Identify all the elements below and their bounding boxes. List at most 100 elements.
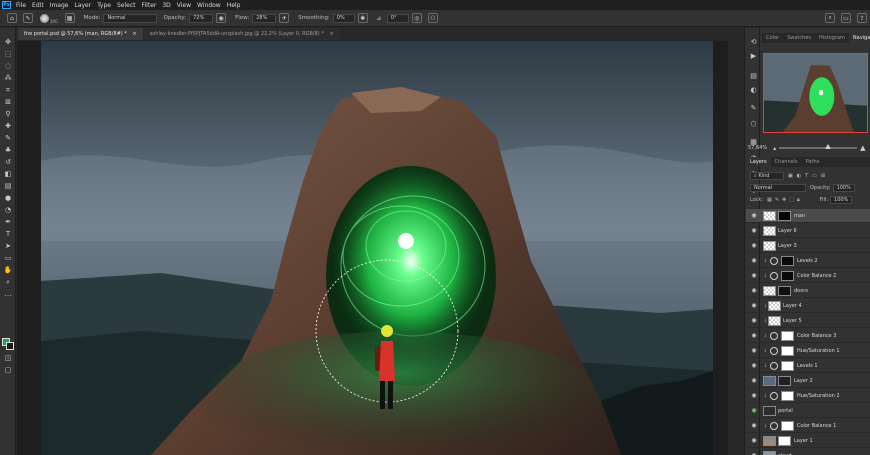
- tab-navigator[interactable]: Navigator: [848, 33, 870, 43]
- layer-row-layer-2[interactable]: ◉ Layer 2: [746, 374, 870, 388]
- layer-row-layer-4[interactable]: ◉ ↓ Layer 4: [746, 299, 870, 313]
- visibility-eye-icon[interactable]: ◉: [750, 302, 758, 309]
- history-brush-tool-icon[interactable]: ↺: [3, 158, 13, 167]
- home-icon[interactable]: ⌂: [7, 13, 17, 23]
- pressure-size-icon[interactable]: ◎: [411, 13, 422, 23]
- layer-row-levels-2[interactable]: ◉ ↓ Levels 2: [746, 254, 870, 268]
- navigator-preview[interactable]: [763, 53, 868, 133]
- menu-view[interactable]: View: [177, 2, 191, 9]
- layer-row-color-balance-3[interactable]: ◉ ↓ Color Balance 3: [746, 329, 870, 343]
- doc-tab-portal[interactable]: the portal.psd @ 57,6% (man, RGB/8#) * ×: [18, 28, 143, 40]
- zoom-slider-knob[interactable]: [825, 144, 832, 149]
- history-icon[interactable]: ⟲: [749, 38, 758, 46]
- layer-row-layer-1[interactable]: ◉ Layer 1: [746, 434, 870, 448]
- menu-3d[interactable]: 3D: [162, 2, 170, 9]
- layer-row-layer-5[interactable]: ◉ ↓ Layer 5: [746, 314, 870, 328]
- visibility-eye-icon[interactable]: ◉: [750, 407, 758, 414]
- layer-row-hue-saturation-2[interactable]: ◉ ↓ Hue/Saturation 2: [746, 389, 870, 403]
- zoom-out-icon[interactable]: ▴: [773, 145, 776, 152]
- visibility-eye-icon[interactable]: ◉: [750, 422, 758, 429]
- opacity-field[interactable]: 72%: [189, 13, 214, 23]
- tab-swatches[interactable]: Swatches: [783, 33, 815, 43]
- menu-select[interactable]: Select: [117, 2, 136, 9]
- lock-position-icon[interactable]: ✥: [782, 197, 786, 203]
- quick-mask-icon[interactable]: ◫: [3, 354, 13, 363]
- close-icon[interactable]: ×: [329, 31, 333, 37]
- visibility-eye-icon[interactable]: ◉: [750, 287, 758, 294]
- menu-file[interactable]: File: [16, 2, 26, 9]
- brush-settings-icon[interactable]: ▦: [64, 13, 75, 23]
- layer-opacity-field[interactable]: 100%: [832, 183, 855, 192]
- lock-artboard-icon[interactable]: ⬚: [789, 197, 794, 203]
- visibility-eye-icon[interactable]: ◉: [750, 437, 758, 444]
- layer-row-cloud[interactable]: ◉ cloud: [746, 449, 870, 455]
- magic-wand-tool-icon[interactable]: ⁂: [3, 74, 13, 83]
- share-icon[interactable]: ⇪: [857, 13, 867, 23]
- layer-mask-thumbnail[interactable]: [781, 360, 794, 371]
- visibility-eye-icon[interactable]: ◉: [750, 347, 758, 354]
- blend-mode-dropdown[interactable]: Normal: [750, 183, 806, 192]
- zoom-tool-icon[interactable]: ⌕: [3, 278, 13, 287]
- adjustments-icon[interactable]: ◐: [749, 86, 758, 94]
- symmetry-icon[interactable]: ⚇: [427, 13, 438, 23]
- menu-help[interactable]: Help: [227, 2, 241, 9]
- smoothing-settings-icon[interactable]: ✱: [357, 13, 368, 23]
- zoom-value[interactable]: 57,64%: [748, 145, 767, 151]
- menu-layer[interactable]: Layer: [74, 2, 91, 9]
- blur-tool-icon[interactable]: ●: [3, 194, 13, 203]
- actions-play-icon[interactable]: ▶: [749, 52, 758, 60]
- eraser-tool-icon[interactable]: ◧: [3, 170, 13, 179]
- layer-row-color-balance-2[interactable]: ◉ ↓ Color Balance 2: [746, 269, 870, 283]
- doc-tab-unsplash[interactable]: ashley-knedler-PfSPjTA5ddA-unsplash.jpg …: [143, 28, 340, 40]
- filter-kind-dropdown[interactable]: ⌕ Kind: [750, 171, 784, 180]
- close-icon[interactable]: ×: [132, 31, 136, 37]
- tab-color[interactable]: Color: [762, 33, 783, 43]
- pressure-opacity-icon[interactable]: ◉: [216, 13, 227, 23]
- layer-mask-thumbnail[interactable]: [781, 420, 794, 431]
- rectangle-tool-icon[interactable]: ▭: [3, 254, 13, 263]
- angle-field[interactable]: 0°: [386, 13, 409, 23]
- visibility-eye-icon[interactable]: ◉: [750, 212, 758, 219]
- mode-dropdown[interactable]: Normal: [103, 13, 158, 23]
- smoothing-field[interactable]: 0%: [332, 13, 355, 23]
- screen-mode-icon[interactable]: ▢: [3, 366, 13, 375]
- move-tool-icon[interactable]: ✥: [3, 38, 13, 47]
- menu-image[interactable]: Image: [50, 2, 69, 9]
- lock-all-icon[interactable]: 🔒︎: [797, 197, 800, 203]
- clone-stamp-tool-icon[interactable]: ♣: [3, 146, 13, 155]
- pen-tool-icon[interactable]: ✒: [3, 218, 13, 227]
- lasso-tool-icon[interactable]: ◌: [3, 62, 13, 71]
- layer-mask-thumbnail[interactable]: [778, 285, 791, 296]
- flow-field[interactable]: 28%: [252, 13, 277, 23]
- eyedropper-tool-icon[interactable]: ⚲: [3, 110, 13, 119]
- crop-tool-icon[interactable]: ⌗: [3, 86, 13, 95]
- search-icon[interactable]: ⌕: [825, 13, 835, 23]
- layer-mask-thumbnail[interactable]: [781, 390, 794, 401]
- tab-channels[interactable]: Channels: [771, 157, 802, 167]
- tab-layers[interactable]: Layers: [746, 157, 771, 167]
- hand-tool-icon[interactable]: ✋: [3, 266, 13, 275]
- filter-shape-icon[interactable]: ▭: [812, 173, 817, 179]
- layer-row-color-balance-1[interactable]: ◉ ↓ Color Balance 1: [746, 419, 870, 433]
- filter-smart-object-icon[interactable]: ⊞: [821, 173, 825, 179]
- path-selection-tool-icon[interactable]: ➤: [3, 242, 13, 251]
- layer-row-layer-3[interactable]: ◉ Layer 3: [746, 239, 870, 253]
- visibility-eye-icon[interactable]: ◉: [750, 332, 758, 339]
- visibility-eye-icon[interactable]: ◉: [750, 257, 758, 264]
- layer-mask-thumbnail[interactable]: [781, 255, 794, 266]
- layer-mask-thumbnail[interactable]: [778, 210, 791, 221]
- layer-row-portal[interactable]: ◉ portal: [746, 404, 870, 418]
- menu-filter[interactable]: Filter: [142, 2, 157, 9]
- frame-tool-icon[interactable]: ⊠: [3, 98, 13, 107]
- visibility-eye-icon[interactable]: ◉: [750, 242, 758, 249]
- visibility-eye-icon[interactable]: ◉: [750, 377, 758, 384]
- zoom-in-icon[interactable]: ▲: [860, 144, 865, 152]
- document-canvas[interactable]: [41, 41, 713, 455]
- visibility-eye-icon[interactable]: ◉: [750, 362, 758, 369]
- tab-histogram[interactable]: Histogram: [815, 33, 849, 43]
- layer-row-levels-1[interactable]: ◉ ↓ Levels 1: [746, 359, 870, 373]
- tab-paths[interactable]: Paths: [802, 157, 824, 167]
- brush-tool-icon[interactable]: ✎: [3, 134, 13, 143]
- more-tools-icon[interactable]: …: [3, 290, 13, 299]
- filter-pixel-icon[interactable]: ▣: [788, 173, 793, 179]
